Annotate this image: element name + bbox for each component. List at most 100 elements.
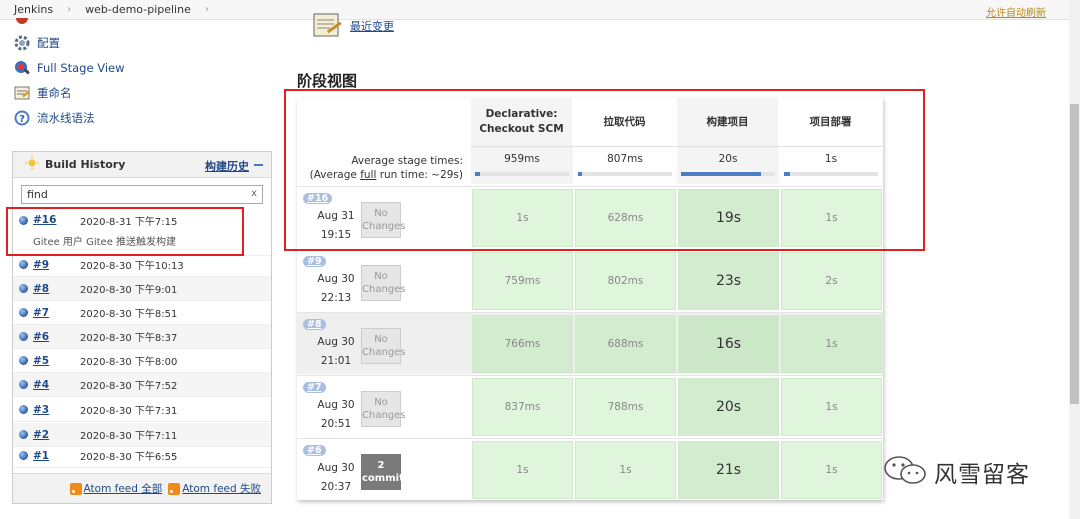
status-ball-icon (19, 356, 28, 365)
auto-refresh-link[interactable]: 允许自动刷新 (986, 4, 1046, 19)
sidebar-item-pipeline-syntax[interactable]: ? 流水线语法 (12, 108, 95, 128)
build-number-link[interactable]: #16 (33, 214, 80, 226)
build-search-input[interactable] (21, 185, 263, 204)
run-badge[interactable]: #6 (303, 445, 326, 456)
status-ball-icon (19, 430, 28, 439)
stage-header: Declarative: Checkout SCM (471, 98, 573, 146)
stage-name: 项目部署 (809, 115, 852, 128)
stage-cell[interactable]: 1s (781, 315, 882, 373)
stage-cell[interactable]: 1s (472, 441, 573, 499)
stage-cell[interactable]: 628ms (575, 189, 676, 247)
stage-header: 项目部署 (780, 98, 882, 146)
scrollbar[interactable] (1069, 0, 1080, 519)
run-commits[interactable]: 2 commits (361, 454, 410, 490)
avg-label-line-1: Average stage times: (351, 155, 463, 167)
avg-progress-fill (784, 172, 790, 176)
changes-line-1: No (374, 334, 388, 345)
breadcrumb-separator-icon: › (204, 4, 209, 15)
changes-line-1: 2 (377, 460, 385, 471)
build-number-link[interactable]: #3 (33, 404, 80, 416)
atom-feed-fail-link[interactable]: Atom feed 失败 (182, 483, 261, 495)
stage-cell[interactable]: 766ms (472, 315, 573, 373)
feed-all[interactable]: Atom feed 全部 (69, 481, 163, 496)
stage-cell[interactable]: 688ms (575, 315, 676, 373)
build-row[interactable]: #4 2020-8-30 下午7:52 (13, 373, 271, 397)
changes-line-2: Changes (362, 284, 406, 295)
collapse-icon[interactable] (254, 164, 263, 166)
build-trend-link[interactable]: 构建历史 (205, 158, 249, 174)
run-time: 21:01 (320, 355, 352, 367)
breadcrumb-job[interactable]: web-demo-pipeline (85, 3, 191, 16)
stage-cell[interactable]: 1s (575, 441, 676, 499)
stage-cell[interactable]: 16s (678, 315, 779, 373)
run-changes[interactable]: No Changes (361, 328, 406, 364)
stage-view-table: Average stage times: (Average full run t… (297, 98, 883, 500)
scrollbar-thumb[interactable] (1070, 104, 1079, 404)
avg-label-prefix: (Average (309, 169, 361, 181)
build-row[interactable]: #3 2020-8-30 下午7:31 (13, 398, 271, 422)
stage-cell[interactable]: 23s (678, 252, 779, 310)
build-number-link[interactable]: #7 (33, 307, 80, 319)
stage-cell[interactable]: 1s (781, 378, 882, 436)
build-number-link[interactable]: #6 (33, 331, 80, 343)
stage-cell[interactable]: 788ms (575, 378, 676, 436)
sidebar-item-full-stage-view[interactable]: Full Stage View (12, 58, 125, 78)
run-badge[interactable]: #9 (303, 256, 326, 267)
changes-line-1: No (374, 271, 388, 282)
build-row[interactable]: #6 2020-8-30 下午8:37 (13, 325, 271, 349)
stage-cell[interactable]: 837ms (472, 378, 573, 436)
breadcrumb-bar: Jenkins › web-demo-pipeline › 允许自动刷新 (0, 0, 1080, 20)
clear-search-icon[interactable]: x (251, 188, 257, 199)
run-changes[interactable]: No Changes (361, 202, 406, 238)
build-number-link[interactable]: #9 (33, 259, 80, 271)
sidebar-item-configure[interactable]: 配置 (12, 33, 60, 53)
feed-fail[interactable]: Atom feed 失败 (168, 481, 261, 496)
run-badge[interactable]: #16 (303, 193, 333, 204)
sidebar-item-pipeline[interactable] (12, 18, 37, 26)
recent-changes-link[interactable]: 最近变更 (350, 18, 394, 34)
build-number-link[interactable]: #2 (33, 429, 80, 441)
build-row[interactable]: #1 2020-8-30 下午6:55 (13, 444, 271, 468)
stage-cell[interactable]: 1s (472, 189, 573, 247)
stage-header: 构建项目 (677, 98, 779, 146)
run-badge[interactable]: #7 (303, 382, 326, 393)
run-changes[interactable]: No Changes (361, 265, 406, 301)
stage-cell[interactable]: 1s (781, 189, 882, 247)
wechat-icon (882, 454, 928, 489)
build-number-link[interactable]: #5 (33, 355, 80, 367)
stage-average: 1s (780, 146, 882, 184)
stage-cell[interactable]: 20s (678, 378, 779, 436)
build-row[interactable]: #8 2020-8-30 下午9:01 (13, 277, 271, 301)
full-run-link[interactable]: full (360, 169, 376, 181)
stage-cell[interactable]: 21s (678, 441, 779, 499)
stage-name: 拉取代码 (603, 115, 646, 128)
run-date: Aug 30 (317, 336, 355, 348)
run-changes[interactable]: No Changes (361, 391, 406, 427)
stage-cell[interactable]: 2s (781, 252, 882, 310)
stage-name: Declarative: (485, 108, 558, 120)
stage-cell[interactable]: 1s (781, 441, 882, 499)
build-history-title: Build History (45, 158, 126, 171)
run-badge[interactable]: #8 (303, 319, 326, 330)
sidebar-item-rename[interactable]: 重命名 (12, 83, 72, 103)
atom-feed-all-link[interactable]: Atom feed 全部 (84, 483, 163, 495)
stage-cell[interactable]: 802ms (575, 252, 676, 310)
build-row[interactable]: #16 2020-8-31 下午7:15 Gitee 用户 Gitee 推送触发… (13, 208, 271, 256)
breadcrumb-jenkins[interactable]: Jenkins (14, 3, 53, 16)
stage-name: Checkout SCM (479, 123, 564, 135)
stage-cell[interactable]: 19s (678, 189, 779, 247)
status-ball-icon (19, 332, 28, 341)
changes-line-1: No (374, 208, 388, 219)
build-row[interactable]: #5 2020-8-30 下午8:00 (13, 349, 271, 373)
build-number-link[interactable]: #1 (33, 450, 80, 462)
run-row: #16 Aug 31 19:15 No Changes 1s 628ms 19s 1… (297, 186, 883, 248)
build-number-link[interactable]: #8 (33, 283, 80, 295)
stage-cell[interactable]: 759ms (472, 252, 573, 310)
run-date: Aug 31 (317, 210, 355, 222)
changes-line-2: Changes (362, 347, 406, 358)
build-row[interactable]: #9 2020-8-30 下午10:13 (13, 253, 271, 277)
build-number-link[interactable]: #4 (33, 379, 80, 391)
build-row[interactable]: #7 2020-8-30 下午8:51 (13, 301, 271, 325)
avg-label-line-2: (Average full run time: ~29s) (297, 168, 463, 182)
run-time: 20:37 (320, 481, 352, 493)
